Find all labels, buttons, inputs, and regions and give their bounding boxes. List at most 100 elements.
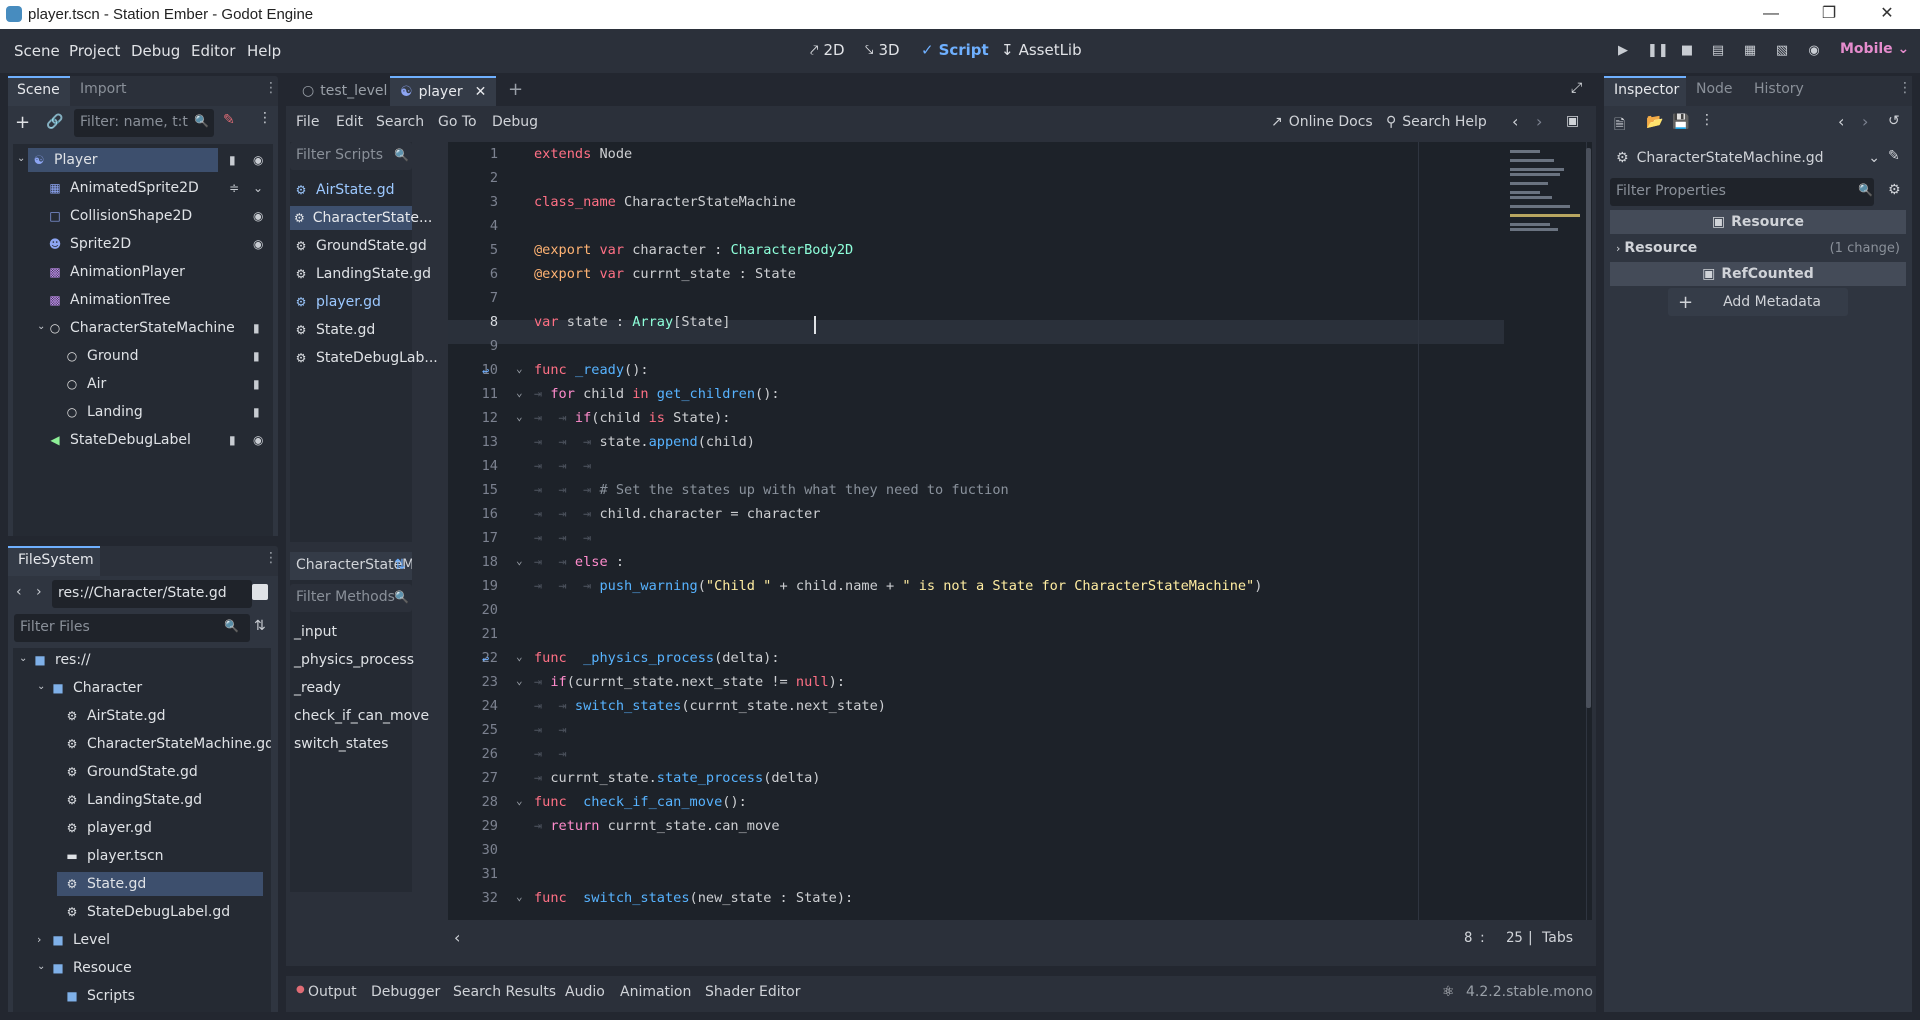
bottom-tab-search-results[interactable]: Search Results xyxy=(453,984,556,1000)
dock-menu-icon[interactable]: ⋮ xyxy=(264,80,278,96)
script-item-characterstatemachine[interactable]: ⚙ CharacterState... xyxy=(290,206,432,230)
tree-node-collisionshape2d[interactable]: □ CollisionShape2D xyxy=(48,204,192,228)
expand-arrow-icon[interactable]: › xyxy=(37,933,41,946)
menu-editor[interactable]: Editor xyxy=(191,42,235,60)
script-menu-file[interactable]: File xyxy=(296,114,319,130)
scene-tree-menu-icon[interactable]: ⋮ xyxy=(258,110,272,126)
method-item[interactable]: _input xyxy=(294,620,337,644)
bottom-tab-output[interactable]: Output xyxy=(308,984,357,1000)
script-menu-edit[interactable]: Edit xyxy=(336,114,363,130)
tree-node-statedebuglabel[interactable]: ◀ StateDebugLabel xyxy=(48,428,191,452)
file-item-level[interactable]: ■ Level xyxy=(51,928,110,952)
scene-filter-input[interactable]: Filter: name, t:t xyxy=(74,109,214,137)
tab-filesystem[interactable]: FileSystem xyxy=(8,546,100,576)
tree-node-animatedsprite2d[interactable]: ▦ AnimatedSprite2D xyxy=(48,176,198,200)
script-attached-icon[interactable]: ▮ xyxy=(253,405,260,419)
dock-menu-icon[interactable]: ⋮ xyxy=(264,550,278,566)
script-attached-icon[interactable]: ▮ xyxy=(253,377,260,391)
file-item-groundstate[interactable]: ⚙ GroundState.gd xyxy=(65,760,198,784)
play-icon[interactable]: ▶ xyxy=(1615,43,1631,59)
file-item-landingstate[interactable]: ⚙ LandingState.gd xyxy=(65,788,202,812)
method-item[interactable]: _ready xyxy=(294,676,341,700)
play-scene-icon[interactable]: ▦ xyxy=(1742,43,1758,59)
toggle-scripts-panel-icon[interactable]: ▣ xyxy=(1566,113,1579,129)
script-attached-icon[interactable]: ▮ xyxy=(253,349,260,363)
file-item-resouce[interactable]: ■ Resouce xyxy=(51,956,131,980)
file-item-airstate[interactable]: ⚙ AirState.gd xyxy=(65,704,166,728)
bottom-tab-audio[interactable]: Audio xyxy=(565,984,605,1000)
object-history-icon[interactable]: ↺ xyxy=(1888,113,1900,129)
sort-icon[interactable]: ⇅ xyxy=(394,557,406,573)
scene-tab-test-level[interactable]: ○ test_level xyxy=(294,76,395,106)
script-item-statedebuglabel[interactable]: ⚙ StateDebugLab... xyxy=(294,346,438,370)
file-item-player-gd[interactable]: ⚙ player.gd xyxy=(65,816,152,840)
remote-debug-icon[interactable]: ▤ xyxy=(1710,43,1726,59)
signal-icon[interactable]: ≑ xyxy=(229,181,239,195)
visibility-eye-icon[interactable]: ◉ xyxy=(253,153,263,167)
add-node-icon[interactable]: + xyxy=(15,112,30,133)
tree-node-sprite2d[interactable]: ☻ Sprite2D xyxy=(48,232,131,256)
resource-selector[interactable]: ⚙ CharacterStateMachine.gd ⌄ xyxy=(1610,144,1880,172)
bottom-tab-animation[interactable]: Animation xyxy=(620,984,691,1000)
script-menu-debug[interactable]: Debug xyxy=(492,114,538,130)
property-settings-icon[interactable]: ⚙ xyxy=(1888,182,1901,198)
history-back-icon[interactable]: ‹ xyxy=(1512,112,1518,131)
property-resource-group[interactable]: › Resource (1 change) xyxy=(1610,236,1906,260)
tree-node-landing[interactable]: ○ Landing xyxy=(65,400,143,424)
visibility-eye-icon[interactable]: ◉ xyxy=(253,209,263,223)
file-item-res[interactable]: ■ res:// xyxy=(33,648,90,672)
menu-help[interactable]: Help xyxy=(247,42,281,60)
file-item-state[interactable]: ⚙ State.gd xyxy=(57,872,263,896)
file-item-scripts[interactable]: ■ Scripts xyxy=(65,984,135,1008)
collapse-arrow-icon[interactable]: ⌄ xyxy=(17,153,25,164)
file-item-characterstatemachine[interactable]: ⚙ CharacterStateMachine.gd xyxy=(65,732,271,756)
restore-icon[interactable]: ❐ xyxy=(1806,2,1852,26)
sort-icon[interactable]: ⇅ xyxy=(254,618,266,634)
bottom-tab-debugger[interactable]: Debugger xyxy=(371,984,440,1000)
save-resource-icon[interactable]: 💾 xyxy=(1672,114,1689,130)
add-tab-icon[interactable]: + xyxy=(508,79,523,100)
script-item-landingstate[interactable]: ⚙ LandingState.gd xyxy=(294,262,431,286)
collapse-arrow-icon[interactable]: ⌄ xyxy=(37,681,45,692)
vertical-scrollbar[interactable] xyxy=(1586,148,1591,708)
search-help-button[interactable]: ⚲ Search Help xyxy=(1386,114,1487,130)
file-item-character[interactable]: ■ Character xyxy=(51,676,142,700)
close-tab-icon[interactable]: ✕ xyxy=(475,84,487,100)
tab-scene[interactable]: Scene xyxy=(8,76,70,106)
attach-script-icon[interactable]: ✎ xyxy=(223,112,235,128)
toggle-script-list-icon[interactable]: ‹ xyxy=(454,928,460,947)
script-item-state[interactable]: ⚙ State.gd xyxy=(294,318,376,342)
filesystem-filter-input[interactable]: Filter Files xyxy=(14,614,250,642)
minimize-icon[interactable]: — xyxy=(1748,2,1794,26)
method-item[interactable]: _physics_process xyxy=(294,648,414,672)
visibility-eye-icon[interactable]: ⌄ xyxy=(253,181,263,195)
menu-scene[interactable]: Scene xyxy=(14,42,60,60)
tab-import[interactable]: Import xyxy=(80,81,126,97)
update-spinner-icon[interactable]: ⚛ xyxy=(1442,984,1455,1000)
history-back-icon[interactable]: ‹ xyxy=(1838,112,1844,131)
script-item-airstate[interactable]: ⚙ AirState.gd xyxy=(294,178,395,202)
play-custom-scene-icon[interactable]: ▧ xyxy=(1774,43,1790,59)
collapse-arrow-icon[interactable]: ⌄ xyxy=(37,321,45,332)
tree-node-ground[interactable]: ○ Ground xyxy=(65,344,139,368)
new-resource-icon[interactable]: 🗎 xyxy=(1614,114,1625,138)
script-attached-icon[interactable]: ▮ xyxy=(253,321,260,335)
path-field[interactable]: res://Character/State.gd xyxy=(52,580,252,608)
back-icon[interactable]: ‹ xyxy=(16,584,22,600)
script-item-groundstate[interactable]: ⚙ GroundState.gd xyxy=(294,234,427,258)
add-metadata-button[interactable]: + Add Metadata xyxy=(1668,288,1848,316)
renderer-select[interactable]: Mobile ⌄ xyxy=(1840,41,1909,57)
distraction-free-icon[interactable]: ⤢ xyxy=(1571,80,1582,96)
stop-icon[interactable]: ■ xyxy=(1679,43,1695,59)
menu-project[interactable]: Project xyxy=(69,42,120,60)
history-forward-icon[interactable]: › xyxy=(1862,112,1868,131)
script-menu-search[interactable]: Search xyxy=(376,114,424,130)
script-item-player[interactable]: ⚙ player.gd xyxy=(294,290,381,314)
tab-history[interactable]: History xyxy=(1754,81,1804,97)
script-menu-goto[interactable]: Go To xyxy=(438,114,477,130)
method-item[interactable]: switch_states xyxy=(294,732,388,756)
inspector-menu-icon[interactable]: ⋮ xyxy=(1700,112,1714,128)
visibility-eye-icon[interactable]: ◉ xyxy=(253,433,263,447)
workspace-2d[interactable]: ⤤ 2D xyxy=(810,41,845,59)
edit-object-icon[interactable]: ✎ xyxy=(1888,148,1900,164)
